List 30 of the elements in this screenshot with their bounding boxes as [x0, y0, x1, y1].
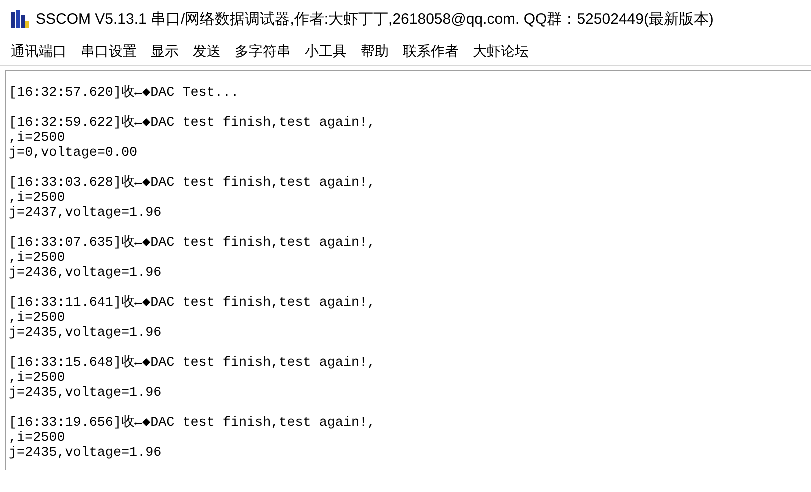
log-line: j=2435,voltage=1.96 — [9, 326, 163, 341]
log-line: [16:33:03.628]收←◆DAC test finish,test again!, — [9, 176, 377, 191]
log-line: j=2436,voltage=1.96 — [9, 266, 163, 281]
menu-item[interactable]: 发送 — [186, 42, 228, 60]
window-title: SSCOM V5.13.1 串口/网络数据调试器,作者:大虾丁丁,2618058@qq.com. QQ群：52502449(最新版本) — [36, 10, 714, 28]
log-line: [16:32:59.622]收←◆DAC test finish,test again!, — [9, 116, 377, 131]
menu-item[interactable]: 多字符串 — [228, 42, 298, 60]
log-line: ,i=2500 — [9, 311, 66, 326]
log-line: [16:33:07.635]收←◆DAC test finish,test again!, — [9, 236, 377, 251]
log-line: j=2435,voltage=1.96 — [9, 386, 163, 401]
log-line: ,i=2500 — [9, 131, 66, 146]
log-line: j=2437,voltage=1.96 — [9, 206, 163, 221]
menu-item[interactable]: 小工具 — [298, 42, 354, 60]
menu-item[interactable]: 显示 — [144, 42, 186, 60]
menu-item[interactable]: 联系作者 — [396, 42, 466, 60]
log-line: ,i=2500 — [9, 431, 66, 446]
menu-item[interactable]: 帮助 — [354, 42, 396, 60]
log-line: [16:32:57.620]收←◆DAC Test... — [9, 86, 240, 101]
log-line: j=2435,voltage=1.96 — [9, 446, 163, 461]
app-logo-icon — [10, 9, 30, 29]
log-line: ,i=2500 — [9, 251, 66, 266]
log-line: ,i=2500 — [9, 371, 66, 386]
log-line: j=0,voltage=0.00 — [9, 146, 139, 161]
log-line: [16:33:19.656]收←◆DAC test finish,test again!, — [9, 416, 377, 431]
log-line: [16:33:11.641]收←◆DAC test finish,test again!, — [9, 296, 377, 311]
menu-item[interactable]: 通讯端口 — [4, 42, 74, 60]
log-line: [16:33:15.648]收←◆DAC test finish,test again!, — [9, 356, 377, 371]
menu-item[interactable]: 大虾论坛 — [466, 42, 536, 60]
log-line: ,i=2500 — [9, 191, 66, 206]
menu-item[interactable]: 串口设置 — [74, 42, 144, 60]
